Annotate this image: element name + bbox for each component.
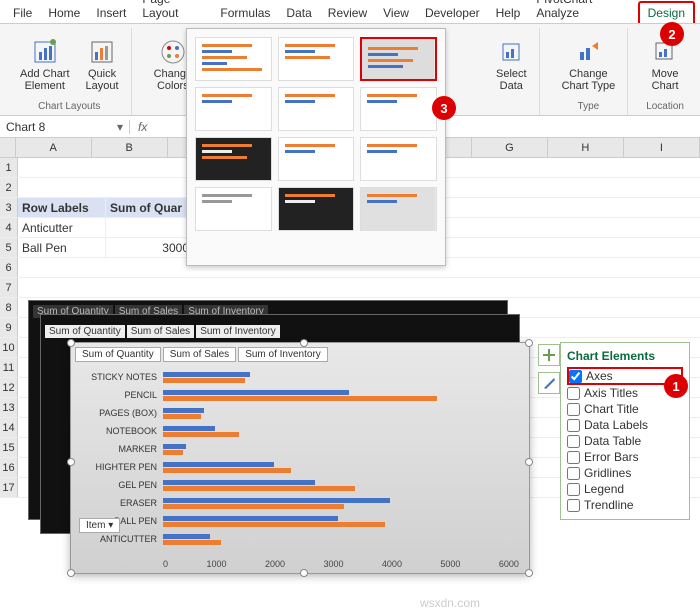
resize-handle[interactable] [300, 569, 308, 577]
tab-insert[interactable]: Insert [88, 3, 134, 23]
tab-file[interactable]: File [5, 3, 40, 23]
tab-home[interactable]: Home [40, 3, 88, 23]
chevron-down-icon: ▾ [117, 120, 123, 134]
tab-review[interactable]: Review [320, 3, 375, 23]
resize-handle[interactable] [67, 458, 75, 466]
style-thumb[interactable] [195, 87, 272, 131]
style-thumb[interactable] [278, 87, 355, 131]
group-label: Location [646, 101, 684, 115]
add-chart-element-button[interactable]: Add Chart Element [16, 28, 74, 101]
select-data-icon [497, 38, 525, 66]
quick-layout-button[interactable]: Quick Layout [82, 28, 123, 101]
style-thumb[interactable] [360, 187, 437, 231]
elem-data-labels[interactable]: Data Labels [567, 417, 683, 433]
resize-handle[interactable] [525, 458, 533, 466]
badge-3: 3 [432, 96, 456, 120]
tab-pagelayout[interactable]: Page Layout [134, 0, 212, 23]
brush-icon [541, 375, 557, 391]
fx-label: fx [130, 120, 155, 134]
resize-handle[interactable] [67, 569, 75, 577]
tab-design[interactable]: Design [638, 1, 695, 23]
style-thumb[interactable] [195, 37, 272, 81]
elem-chart-title[interactable]: Chart Title [567, 401, 683, 417]
tab-data[interactable]: Data [278, 3, 319, 23]
tab-developer[interactable]: Developer [417, 3, 488, 23]
style-thumb[interactable] [360, 87, 437, 131]
plot-area[interactable]: STICKY NOTES PENCIL PAGES (BOX) NOTEBOOK… [163, 370, 529, 550]
change-type-icon [574, 38, 602, 66]
change-chart-type-button[interactable]: Change Chart Type [558, 28, 620, 101]
elem-legend[interactable]: Legend [567, 481, 683, 497]
style-thumb[interactable] [360, 137, 437, 181]
style-thumb[interactable] [195, 187, 272, 231]
ribbon-tabs: File Home Insert Page Layout Formulas Da… [0, 0, 700, 24]
name-box[interactable]: Chart 8▾ [0, 120, 130, 134]
tab-pivotanalyze[interactable]: PivotChart Analyze [528, 0, 637, 23]
x-axis: 0100020003000400050006000 [163, 559, 519, 569]
plus-icon [541, 347, 557, 363]
elem-error-bars[interactable]: Error Bars [567, 449, 683, 465]
palette-icon [159, 38, 187, 66]
elem-trendline[interactable]: Trendline [567, 497, 683, 513]
elem-data-table[interactable]: Data Table [567, 433, 683, 449]
chart-styles-gallery[interactable] [186, 28, 446, 266]
group-label: Type [578, 101, 600, 115]
pivot-chart[interactable]: Sum of Quantity Sum of Sales Sum of Inve… [70, 342, 530, 574]
style-thumb-selected[interactable] [360, 37, 437, 81]
resize-handle[interactable] [67, 339, 75, 347]
chart-elements-panel: Chart Elements Axes Axis Titles Chart Ti… [560, 342, 690, 520]
style-thumb[interactable] [278, 137, 355, 181]
chart-element-icon [31, 38, 59, 66]
watermark: wsxdn.com [420, 596, 480, 610]
resize-handle[interactable] [300, 339, 308, 347]
style-thumb[interactable] [278, 187, 355, 231]
badge-2: 2 [660, 22, 684, 46]
panel-title: Chart Elements [567, 349, 683, 363]
chart-elements-button[interactable] [538, 344, 560, 366]
chart-field-buttons: Sum of Quantity Sum of Sales Sum of Inve… [71, 343, 529, 366]
tab-view[interactable]: View [375, 3, 417, 23]
quick-layout-icon [88, 38, 116, 66]
elem-gridlines[interactable]: Gridlines [567, 465, 683, 481]
resize-handle[interactable] [525, 569, 533, 577]
style-thumb[interactable] [195, 137, 272, 181]
select-data-button[interactable]: Select Data [492, 28, 531, 101]
chart-styles-button[interactable] [538, 372, 560, 394]
tab-formulas[interactable]: Formulas [212, 3, 278, 23]
tab-help[interactable]: Help [488, 3, 529, 23]
badge-1: 1 [664, 374, 688, 398]
resize-handle[interactable] [525, 339, 533, 347]
style-thumb[interactable] [278, 37, 355, 81]
item-filter-button[interactable]: Item ▾ [79, 518, 120, 533]
group-label: Chart Layouts [38, 101, 100, 115]
